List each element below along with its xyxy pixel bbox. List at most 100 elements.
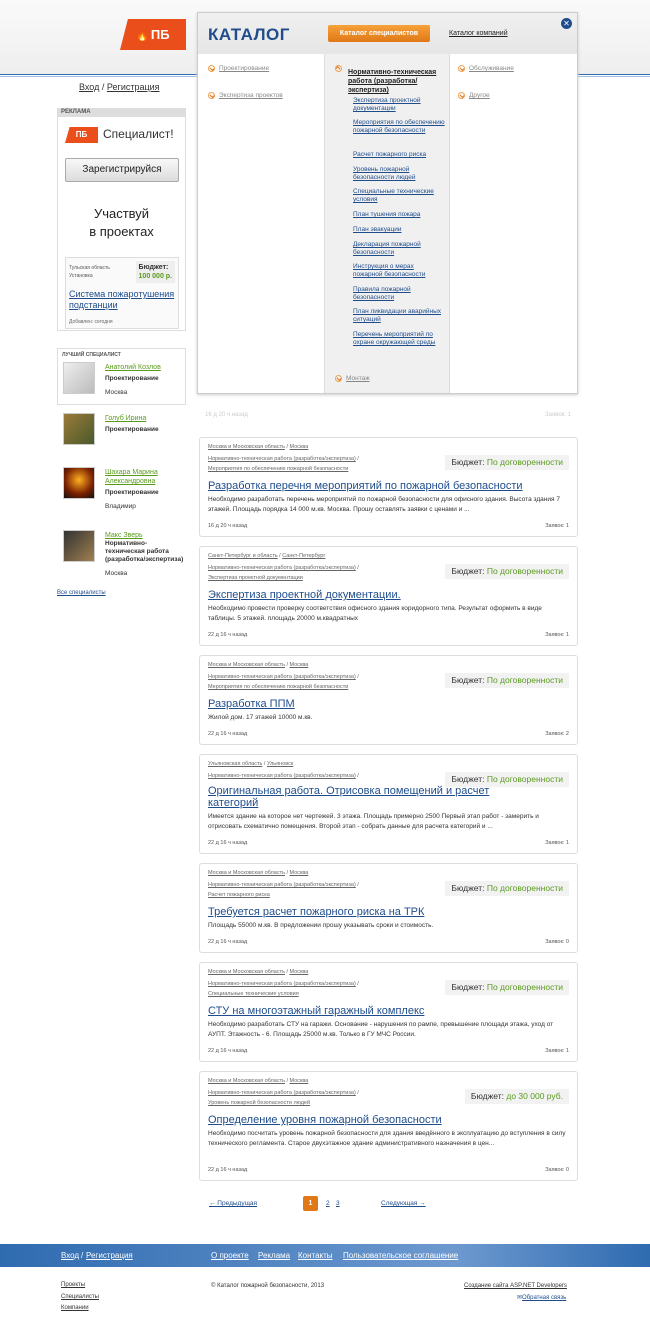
project-location: Москва и Московская область / Москва (208, 969, 309, 975)
project-title[interactable]: СТУ на многоэтажный гаражный комплекс (208, 1005, 538, 1017)
project-location: Москва и Московская область / Москва (208, 1078, 309, 1084)
project-time: 22 д 16 ч назад (208, 1167, 248, 1173)
footer-companies-link[interactable]: Компании (61, 1305, 89, 1311)
project-card[interactable]: Москва и Московская область / Москва Норм… (199, 962, 578, 1062)
catalog-section-title[interactable]: Нормативно-техническая работа (разработк… (348, 68, 448, 95)
specialist-name[interactable]: Голуб Ирина (105, 414, 185, 423)
project-card[interactable]: Москва и Московская область / Москва Норм… (199, 655, 578, 745)
project-budget: Бюджет: По договоренности (445, 564, 569, 579)
project-bids: Заявок: 1 (545, 632, 569, 638)
filter-left: 16 д 20 ч назад (205, 412, 248, 418)
project-location: Санкт-Петербург и область / Санкт-Петерб… (208, 553, 326, 559)
project-breadcrumb: Нормативно-техническая работа (разработк… (208, 456, 359, 472)
footer-ads-link[interactable]: Реклама (258, 1251, 290, 1260)
catalog-subitem[interactable]: Расчет пожарного риска (353, 151, 445, 159)
project-budget: Бюджет: до 30 000 руб. (464, 1089, 569, 1104)
project-card[interactable]: Ульяновская область / Ульяновск Нормативн… (199, 754, 578, 854)
catalog-item[interactable]: Обслуживание (458, 65, 514, 72)
project-card[interactable]: Москва и Московская область / Москва Норм… (199, 863, 578, 953)
catalog-subitem[interactable]: Уровень пожарной безопасности людей (353, 166, 445, 182)
catalog-subitem[interactable]: Инструкция о мерах пожарной безопасности (353, 263, 445, 279)
filter-right: Заявок: 1 (545, 412, 571, 418)
catalog-subitem[interactable]: План эвакуации (353, 226, 445, 234)
project-title[interactable]: Экспертиза проектной документации. (208, 589, 538, 601)
footer-specialists-link[interactable]: Специалисты (61, 1294, 99, 1300)
project-title[interactable]: Оригинальная работа. Отрисовка помещений… (208, 785, 538, 809)
project-title[interactable]: Разработка перечня мероприятий по пожарн… (208, 480, 538, 492)
specialist-category: Нормативно-техническая работа (разработк… (105, 540, 184, 563)
developer-link[interactable]: Создание сайта ASP.NET Developers (464, 1283, 567, 1289)
page-current[interactable]: 1 (303, 1196, 318, 1211)
catalog-subitem[interactable]: Специальные технические условия (353, 188, 445, 204)
footer-projects-link[interactable]: Проекты (61, 1282, 85, 1288)
login-link[interactable]: Вход (79, 82, 99, 92)
project-time: 22 д 16 ч назад (208, 632, 248, 638)
project-card[interactable]: Санкт-Петербург и область / Санкт-Петерб… (199, 546, 578, 646)
project-title[interactable]: Требуется расчет пожарного риска на ТРК (208, 906, 538, 918)
flame-icon: 🔥 (136, 31, 149, 42)
feedback-link[interactable]: ✉Обратная связь (517, 1294, 566, 1301)
specialist-city: Москва (105, 389, 128, 396)
catalog-item[interactable]: Монтаж (335, 375, 370, 382)
register-button[interactable]: Зарегистрируйся (65, 158, 179, 182)
project-time: 22 д 16 ч назад (208, 840, 248, 846)
project-breadcrumb: Нормативно-техническая работа (разработк… (208, 981, 359, 997)
specialist-name[interactable]: Шахара Марина Александровна (105, 468, 185, 486)
project-title[interactable]: Определение уровня пожарной безопасности (208, 1114, 538, 1126)
project-description: Необходимо посчитать уровень пожарной бе… (208, 1130, 566, 1147)
page-link[interactable]: 3 (336, 1200, 340, 1207)
project-bids: Заявок: 0 (545, 939, 569, 945)
close-icon[interactable]: ✕ (561, 18, 572, 29)
specialist-category: Проектирование (105, 426, 159, 433)
footer-about-link[interactable]: О проекте (211, 1251, 249, 1260)
chevron-up-icon[interactable] (335, 65, 346, 72)
ad-region: Тульская область Установка (69, 265, 110, 279)
catalog-subitem[interactable]: Мероприятия по обеспечению пожарной безо… (353, 119, 445, 135)
ad-banner[interactable]: ПБ Специалист! Зарегистрируйся Участвуй в… (57, 117, 186, 331)
catalog-item[interactable]: Проектирование (208, 65, 269, 72)
prev-page-link[interactable]: ← Предыдущая (209, 1200, 257, 1207)
catalog-subitem[interactable]: Правила пожарной безопасности (353, 286, 445, 302)
specialist-category: Проектирование (105, 489, 159, 496)
catalog-item[interactable]: Экспертиза проектов (208, 92, 283, 99)
footer-register-link[interactable]: Регистрация (86, 1251, 133, 1260)
footer-agreement-link[interactable]: Пользовательское соглашение (343, 1251, 458, 1260)
tab-specialists[interactable]: Каталог специалистов (328, 25, 430, 42)
project-card[interactable]: Москва и Московская область / Москва Норм… (199, 437, 578, 537)
catalog-column: Проектирование Экспертиза проектов (198, 54, 325, 393)
chevron-down-icon (208, 65, 215, 72)
all-specialists-link[interactable]: Все специалисты (57, 590, 106, 596)
ad-logo: ПБ (65, 127, 98, 143)
footer-contacts-link[interactable]: Контакты (298, 1251, 333, 1260)
avatar (63, 467, 95, 499)
footer-login-link[interactable]: Вход (61, 1251, 79, 1260)
catalog-subitem[interactable]: План тушения пожара (353, 211, 445, 219)
project-time: 22 д 16 ч назад (208, 939, 248, 945)
specialist-category: Проектирование (105, 375, 159, 382)
project-breadcrumb: Нормативно-техническая работа (разработк… (208, 882, 359, 898)
project-description: Необходимо разработать перечень мероприя… (208, 496, 560, 513)
catalog-subitem[interactable]: План ликвидации аварийных ситуаций (353, 308, 445, 324)
specialist-name[interactable]: Анатолий Козлов (105, 363, 185, 372)
page-link[interactable]: 2 (326, 1200, 330, 1207)
catalog-subitem[interactable]: Декларация пожарной безопасности (353, 241, 445, 257)
catalog-subitem[interactable]: Перечень мероприятий по охране окружающе… (353, 331, 445, 347)
ad-project-title[interactable]: Система пожаротушения подстанции (69, 289, 179, 311)
best-specialist-label: ЛУЧШИЙ СПЕЦИАЛИСТ (62, 352, 121, 358)
project-location: Москва и Московская область / Москва (208, 662, 309, 668)
project-location: Москва и Московская область / Москва (208, 870, 309, 876)
project-breadcrumb: Нормативно-техническая работа (разработк… (208, 674, 359, 690)
project-title[interactable]: Разработка ППМ (208, 698, 538, 710)
tab-companies[interactable]: Каталог компаний (449, 30, 508, 37)
ad-text: Участвуй в проектах (89, 206, 154, 239)
site-logo[interactable]: 🔥 ПБ (120, 19, 186, 50)
next-page-link[interactable]: Следующая → (381, 1200, 426, 1207)
project-location: Ульяновская область / Ульяновск (208, 761, 294, 767)
chevron-down-icon (208, 92, 215, 99)
ad-project-card[interactable]: Тульская область Установка Бюджет: 100 000… (65, 257, 179, 329)
project-card[interactable]: Москва и Московская область / Москва Норм… (199, 1071, 578, 1181)
catalog-subitem[interactable]: Экспертиза проектной документации (353, 97, 445, 113)
catalog-item[interactable]: Другое (458, 92, 490, 99)
register-link[interactable]: Регистрация (107, 82, 160, 92)
specialist-name[interactable]: Макс Зверь (105, 531, 185, 540)
